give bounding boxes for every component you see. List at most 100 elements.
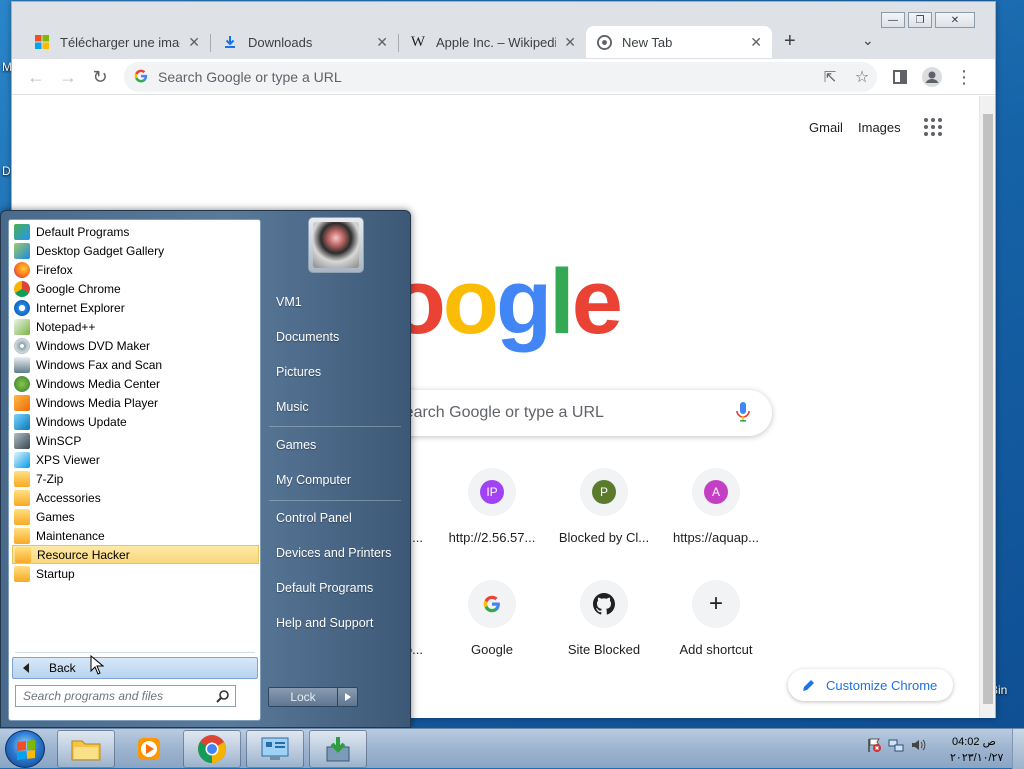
start-link-default-programs[interactable]: Default Programs xyxy=(276,581,373,595)
scrollbar-thumb[interactable] xyxy=(983,114,993,704)
shortcut-tile[interactable]: IP http://2.56.57... xyxy=(436,468,548,545)
back-arrow-icon[interactable]: ← xyxy=(24,65,48,89)
program-xps-viewer[interactable]: XPS Viewer xyxy=(12,450,259,469)
action-center-flag-icon[interactable] xyxy=(866,737,882,756)
forward-arrow-icon[interactable]: → xyxy=(56,65,80,89)
program-label: Notepad++ xyxy=(36,319,96,334)
close-tab-icon[interactable]: ✕ xyxy=(564,34,576,51)
reload-icon[interactable]: ↻ xyxy=(88,65,112,89)
folder-accessories[interactable]: Accessories xyxy=(12,488,259,507)
taskbar-installer-button[interactable] xyxy=(309,730,367,768)
restore-button[interactable]: ❐ xyxy=(908,12,932,28)
new-tab-plus-icon[interactable]: + xyxy=(784,30,796,53)
clock-time[interactable]: 04:02 ص xyxy=(952,735,996,748)
shortcut-tile[interactable]: P Blocked by Cl... xyxy=(548,468,660,545)
notepad-plus-plus-icon xyxy=(14,318,30,335)
program-notepad-plus-plus[interactable]: Notepad++ xyxy=(12,317,259,336)
close-window-button[interactable]: ✕ xyxy=(935,12,975,28)
shutdown-options-arrow-icon[interactable] xyxy=(337,688,357,706)
share-icon[interactable]: ⇱ xyxy=(818,65,842,89)
add-shortcut-tile[interactable]: + Add shortcut xyxy=(660,580,772,657)
google-apps-icon[interactable] xyxy=(924,118,942,136)
taskbar-chrome-button[interactable] xyxy=(183,730,241,768)
tab-wikipedia[interactable]: W Apple Inc. – Wikipedia ✕ xyxy=(400,26,586,58)
program-windows-dvd-maker[interactable]: Windows DVD Maker xyxy=(12,336,259,355)
start-link-devices-and-printers[interactable]: Devices and Printers xyxy=(276,546,391,560)
tab-title: Télécharger une image xyxy=(60,34,180,50)
start-link-documents[interactable]: Documents xyxy=(276,330,339,344)
tab-telecharger[interactable]: Télécharger une image ✕ xyxy=(24,26,210,58)
program-windows-fax-and-scan[interactable]: Windows Fax and Scan xyxy=(12,355,259,374)
start-link-music[interactable]: Music xyxy=(276,400,309,414)
side-panel-icon[interactable] xyxy=(888,65,912,89)
program-label: Windows Media Center xyxy=(36,376,161,391)
back-button[interactable]: Back xyxy=(12,657,258,679)
bookmark-star-icon[interactable]: ☆ xyxy=(850,65,874,89)
program-label: Maintenance xyxy=(36,528,105,543)
shortcut-label: Add shortcut xyxy=(679,642,753,657)
microphone-icon[interactable] xyxy=(736,402,750,425)
menu-kebab-icon[interactable]: ⋮ xyxy=(952,65,976,89)
program-label: Default Programs xyxy=(36,224,130,239)
tab-new-tab[interactable]: New Tab ✕ xyxy=(586,26,772,58)
tab-search-chevron-icon[interactable]: ⌄ xyxy=(862,32,874,49)
program-label: Windows Media Player xyxy=(36,395,159,410)
winscp-icon xyxy=(14,432,30,449)
google-g-icon xyxy=(134,69,148,86)
minimize-button[interactable]: — xyxy=(881,12,905,28)
program-google-chrome[interactable]: Google Chrome xyxy=(12,279,259,298)
shortcut-tile[interactable]: A https://aquap... xyxy=(660,468,772,545)
show-desktop-button[interactable] xyxy=(1012,729,1024,769)
start-search-input[interactable]: Search programs and files xyxy=(15,685,236,707)
program-default-programs[interactable]: Default Programs xyxy=(12,222,259,241)
program-firefox[interactable]: Firefox xyxy=(12,260,259,279)
program-windows-update[interactable]: Windows Update xyxy=(12,412,259,431)
gmail-link[interactable]: Gmail xyxy=(809,120,843,135)
folder-7-zip[interactable]: 7-Zip xyxy=(12,469,259,488)
taskbar-explorer-button[interactable] xyxy=(57,730,115,768)
folder-icon xyxy=(14,508,30,525)
search-icon[interactable] xyxy=(216,689,230,706)
taskbar-media-player-button[interactable] xyxy=(120,730,178,768)
start-button[interactable] xyxy=(5,730,45,768)
close-tab-icon[interactable]: ✕ xyxy=(188,34,200,51)
close-tab-icon[interactable]: ✕ xyxy=(750,34,762,51)
images-link[interactable]: Images xyxy=(858,120,901,135)
shortcut-tile-site-blocked[interactable]: Site Blocked xyxy=(548,580,660,657)
program-internet-explorer[interactable]: Internet Explorer xyxy=(12,298,259,317)
network-icon[interactable] xyxy=(888,737,904,756)
start-link-games[interactable]: Games xyxy=(276,438,316,452)
program-desktop-gadget-gallery[interactable]: Desktop Gadget Gallery xyxy=(12,241,259,260)
shortcut-label: https://aquap... xyxy=(672,530,759,545)
start-link-my-computer[interactable]: My Computer xyxy=(276,473,351,487)
profile-avatar-icon[interactable] xyxy=(920,65,944,89)
vertical-scrollbar[interactable] xyxy=(979,96,995,718)
folder-resource-hacker[interactable]: Resource Hacker xyxy=(12,545,259,564)
start-link-help-and-support[interactable]: Help and Support xyxy=(276,616,373,630)
start-link-pictures[interactable]: Pictures xyxy=(276,365,321,379)
address-bar[interactable]: Search Google or type a URL ⇱ ☆ xyxy=(124,62,877,92)
user-picture-avatar[interactable] xyxy=(308,217,364,273)
taskbar-control-panel-button[interactable] xyxy=(246,730,304,768)
media-player-icon xyxy=(14,394,30,411)
start-link-vm1[interactable]: VM1 xyxy=(276,295,302,309)
shortcut-letter: P xyxy=(592,480,616,504)
program-windows-media-center[interactable]: Windows Media Center xyxy=(12,374,259,393)
folder-maintenance[interactable]: Maintenance xyxy=(12,526,259,545)
clock-date[interactable]: ٢٠٢٣/١٠/٢٧ xyxy=(950,751,1003,764)
folder-startup[interactable]: Startup xyxy=(12,564,259,583)
desktop-icon-label-partial[interactable]: D xyxy=(2,164,11,178)
chrome-icon xyxy=(596,34,612,50)
folder-games[interactable]: Games xyxy=(12,507,259,526)
tab-downloads[interactable]: Downloads ✕ xyxy=(212,26,398,58)
start-link-control-panel[interactable]: Control Panel xyxy=(276,511,352,525)
volume-speaker-icon[interactable] xyxy=(910,737,926,756)
lock-button[interactable]: Lock xyxy=(268,687,358,707)
close-tab-icon[interactable]: ✕ xyxy=(376,34,388,51)
customize-chrome-button[interactable]: Customize Chrome xyxy=(788,669,953,701)
program-windows-media-player[interactable]: Windows Media Player xyxy=(12,393,259,412)
shortcut-tile-google[interactable]: Google xyxy=(436,580,548,657)
shortcut-letter: A xyxy=(704,480,728,504)
program-winscp[interactable]: WinSCP xyxy=(12,431,259,450)
chrome-icon xyxy=(14,280,30,297)
